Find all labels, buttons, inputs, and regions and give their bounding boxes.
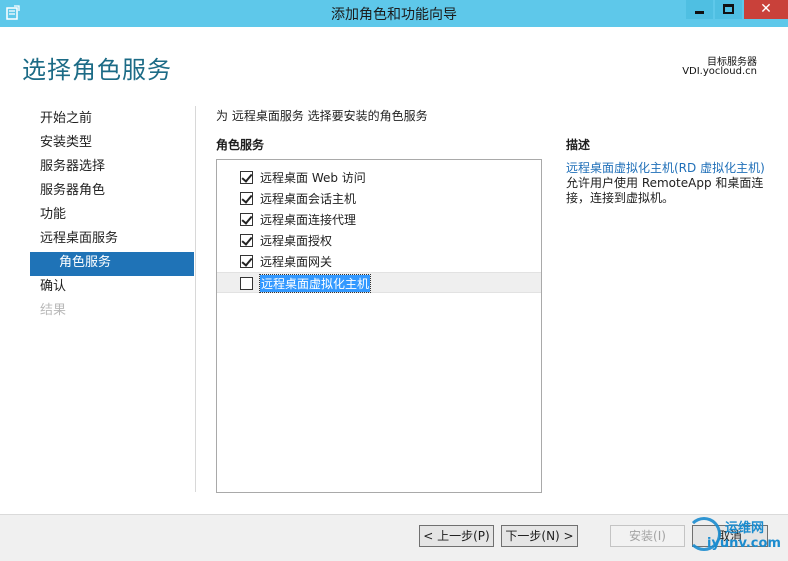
role-services-list[interactable]: 远程桌面 Web 访问 远程桌面会话主机 远程桌面连接代理 远程桌面授权 远程桌…: [216, 159, 542, 493]
watermark-cn-text: 运维网: [725, 521, 765, 536]
nav-step-remote-desktop-services[interactable]: 远程桌面服务: [30, 228, 194, 252]
role-label: 远程桌面授权: [260, 234, 333, 248]
close-button[interactable]: ✕: [744, 0, 788, 19]
maximize-button[interactable]: [715, 0, 742, 19]
wizard-steps-nav: 开始之前 安装类型 服务器选择 服务器角色 功能 远程桌面服务 角色服务 确认 …: [30, 108, 194, 324]
window-title: 添加角色和功能向导: [331, 7, 457, 23]
minimize-button[interactable]: [686, 0, 713, 19]
role-label: 远程桌面连接代理: [260, 213, 357, 227]
nav-step-installation-type[interactable]: 安装类型: [30, 132, 194, 156]
previous-button[interactable]: < 上一步(P): [419, 525, 494, 547]
role-label: 远程桌面 Web 访问: [260, 171, 366, 185]
description-role-name: 远程桌面虚拟化主机(RD 虚拟化主机): [566, 161, 765, 175]
role-services-heading: 角色服务: [216, 138, 265, 152]
description-heading: 描述: [566, 138, 591, 152]
role-item-session-host[interactable]: 远程桌面会话主机: [217, 188, 541, 209]
next-button[interactable]: 下一步(N) >: [501, 525, 578, 547]
role-item-web-access[interactable]: 远程桌面 Web 访问: [217, 167, 541, 188]
role-item-virtualization-host[interactable]: 远程桌面虚拟化主机: [217, 272, 541, 293]
watermark-en-text: iyunv.com: [707, 536, 781, 551]
role-item-gateway[interactable]: 远程桌面网关: [217, 251, 541, 272]
role-item-licensing[interactable]: 远程桌面授权: [217, 230, 541, 251]
role-item-connection-broker[interactable]: 远程桌面连接代理: [217, 209, 541, 230]
description-body: 允许用户使用 RemoteApp 和桌面连接，连接到虚拟机。: [566, 176, 764, 205]
nav-step-features[interactable]: 功能: [30, 204, 194, 228]
watermark-logo: 运维网 iyunv.com: [683, 511, 788, 561]
role-checkbox-gateway[interactable]: [240, 255, 253, 268]
role-checkbox-licensing[interactable]: [240, 234, 253, 247]
nav-step-results: 结果: [40, 303, 67, 318]
instruction-text: 为 远程桌面服务 选择要安装的角色服务: [216, 109, 428, 123]
nav-step-before-you-begin[interactable]: 开始之前: [30, 108, 194, 132]
role-label: 远程桌面会话主机: [260, 192, 357, 206]
destination-server-value: VDI.yocloud.cn: [682, 66, 757, 77]
nav-step-role-services[interactable]: 角色服务: [30, 252, 194, 276]
role-label: 远程桌面网关: [260, 255, 333, 269]
minimize-icon: [695, 11, 704, 14]
sidebar-divider: [195, 106, 196, 492]
page-title: 选择角色服务: [22, 56, 172, 84]
role-checkbox-session-host[interactable]: [240, 192, 253, 205]
role-checkbox-connection-broker[interactable]: [240, 213, 253, 226]
title-bar: 添加角色和功能向导 ✕: [0, 0, 788, 27]
role-checkbox-web-access[interactable]: [240, 171, 253, 184]
role-description: 远程桌面虚拟化主机(RD 虚拟化主机)允许用户使用 RemoteApp 和桌面连…: [566, 161, 766, 206]
role-label: 远程桌面虚拟化主机: [258, 274, 372, 293]
nav-step-server-roles[interactable]: 服务器角色: [30, 180, 194, 204]
install-button: 安装(I): [610, 525, 685, 547]
maximize-icon: [723, 4, 734, 14]
nav-step-confirmation[interactable]: 确认: [30, 276, 194, 300]
role-checkbox-virtualization-host[interactable]: [240, 277, 253, 290]
close-icon: ✕: [760, 1, 772, 17]
nav-step-server-selection[interactable]: 服务器选择: [30, 156, 194, 180]
